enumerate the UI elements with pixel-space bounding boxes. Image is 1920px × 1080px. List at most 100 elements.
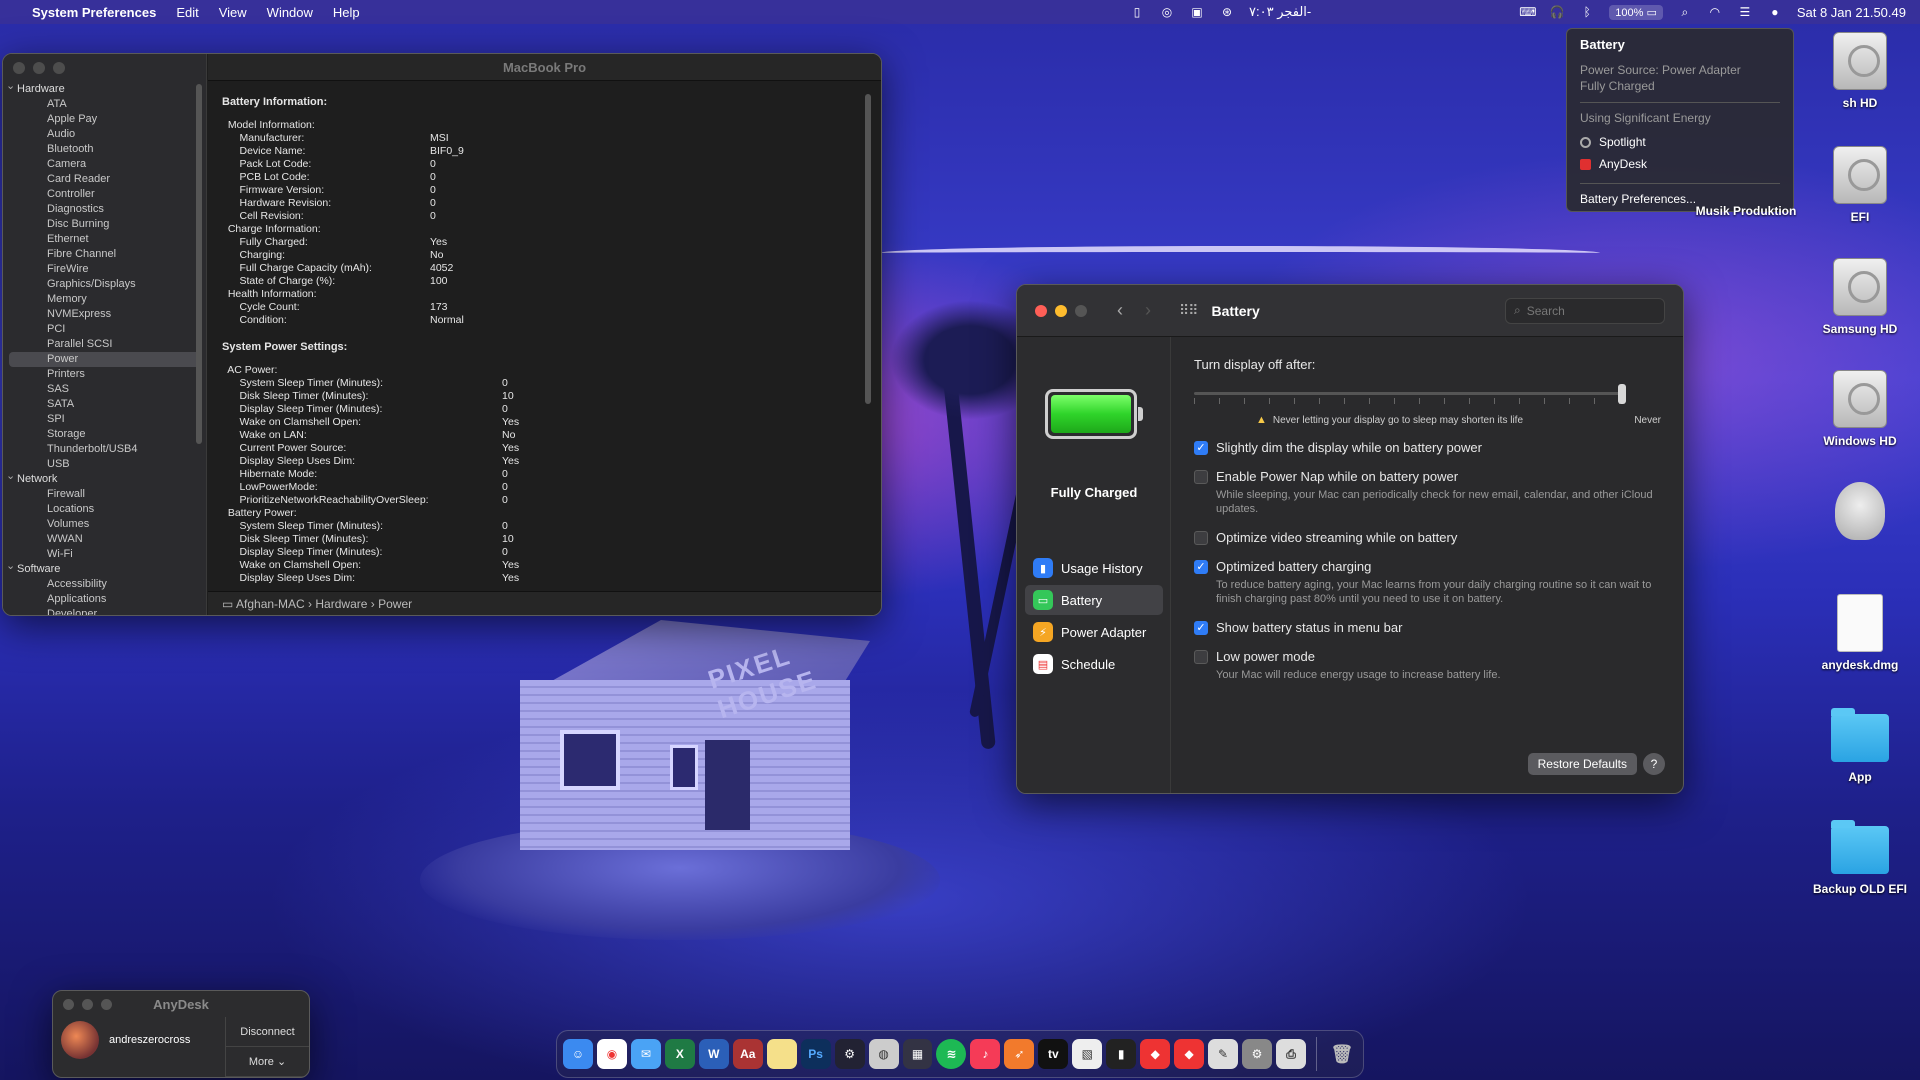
- sidebar-scrollbar[interactable]: [196, 84, 202, 444]
- tree-group[interactable]: Hardware: [3, 79, 206, 97]
- photoshop-icon[interactable]: Ps: [800, 1039, 831, 1069]
- swift-icon[interactable]: ➶: [1004, 1039, 1035, 1069]
- tree-item[interactable]: Memory: [3, 292, 206, 307]
- tree-item[interactable]: WWAN: [3, 532, 206, 547]
- option-checkbox[interactable]: [1194, 531, 1208, 545]
- tree-item[interactable]: Printers: [3, 367, 206, 382]
- tree-item[interactable]: Card Reader: [3, 172, 206, 187]
- tree-item[interactable]: Diagnostics: [3, 202, 206, 217]
- excel-icon[interactable]: X: [664, 1039, 695, 1069]
- tree-item[interactable]: Fibre Channel: [3, 247, 206, 262]
- script-editor-icon[interactable]: ✎: [1208, 1039, 1239, 1069]
- tree-item[interactable]: Thunderbolt/USB4: [3, 442, 206, 457]
- tree-item[interactable]: Power: [9, 352, 200, 367]
- bluetooth-icon[interactable]: ᛒ: [1579, 5, 1595, 19]
- restore-defaults-button[interactable]: Restore Defaults: [1527, 753, 1637, 775]
- terminal-icon[interactable]: ▮: [1106, 1039, 1137, 1069]
- show-all-grid-icon[interactable]: ⠿⠿: [1179, 302, 1198, 319]
- search-icon[interactable]: ⌕: [1677, 5, 1693, 20]
- tree-item[interactable]: NVMExpress: [3, 307, 206, 322]
- desktop-icon-efi[interactable]: EFI: [1800, 146, 1920, 224]
- breadcrumb-hardware[interactable]: Hardware: [315, 597, 367, 611]
- prayer-time[interactable]: الفجر ٧:٠٣-: [1249, 4, 1311, 20]
- desktop-icon-skull[interactable]: [1800, 482, 1920, 546]
- tree-item[interactable]: Parallel SCSI: [3, 337, 206, 352]
- tree-item[interactable]: Wi-Fi: [3, 547, 206, 562]
- apple-tv-icon[interactable]: tv: [1038, 1039, 1069, 1069]
- dictionary-icon[interactable]: Aa: [732, 1039, 763, 1069]
- tree-item[interactable]: Firewall: [3, 487, 206, 502]
- search-field[interactable]: ⌕ Search: [1505, 297, 1665, 324]
- desktop-icon-app[interactable]: App: [1800, 708, 1920, 784]
- tree-item[interactable]: Storage: [3, 427, 206, 442]
- sidebar-item-power-adapter[interactable]: ⚡ Power Adapter: [1025, 617, 1163, 647]
- siri-icon[interactable]: ●: [1767, 5, 1783, 19]
- creative-cloud-icon[interactable]: ◎: [1159, 5, 1175, 19]
- finder-icon[interactable]: ☺: [563, 1039, 593, 1069]
- breadcrumb-computer[interactable]: Afghan-MAC: [236, 597, 305, 611]
- word-icon[interactable]: W: [698, 1039, 729, 1069]
- tree-item[interactable]: Applications: [3, 592, 206, 607]
- mouse-icon[interactable]: ▯: [1129, 5, 1145, 19]
- tree-item[interactable]: SAS: [3, 382, 206, 397]
- option-checkbox[interactable]: [1194, 650, 1208, 664]
- option-checkbox[interactable]: ✓: [1194, 560, 1208, 574]
- steam-icon[interactable]: ⚙: [834, 1039, 865, 1069]
- notes-icon[interactable]: [766, 1039, 797, 1069]
- tree-item[interactable]: Ethernet: [3, 232, 206, 247]
- tree-item[interactable]: Accessibility: [3, 577, 206, 592]
- tree-item[interactable]: ATA: [3, 97, 206, 112]
- accessibility-icon[interactable]: ⊛: [1219, 5, 1235, 19]
- battery-status-icon[interactable]: 100% ▭: [1609, 4, 1663, 20]
- back-chevron-icon[interactable]: ‹: [1117, 300, 1123, 321]
- tree-item[interactable]: Audio: [3, 127, 206, 142]
- wifi-icon[interactable]: ◠: [1707, 5, 1723, 19]
- activity-monitor-icon[interactable]: ▣: [1189, 5, 1205, 19]
- chrome-icon[interactable]: ◉: [596, 1039, 627, 1069]
- headphones-icon[interactable]: 🎧: [1549, 5, 1565, 19]
- close-button[interactable]: [13, 62, 25, 74]
- option-label[interactable]: Optimize video streaming while on batter…: [1216, 530, 1457, 545]
- music-icon[interactable]: ♪: [970, 1039, 1001, 1069]
- more-button[interactable]: More ⌄: [226, 1047, 309, 1077]
- sidebar-item-battery[interactable]: ▭ Battery: [1025, 585, 1163, 615]
- tree-item[interactable]: SATA: [3, 397, 206, 412]
- menu-window[interactable]: Window: [267, 5, 313, 20]
- sidebar-item-schedule[interactable]: ▤ Schedule: [1025, 649, 1163, 679]
- display-off-slider[interactable]: [1194, 384, 1626, 404]
- desktop-icon-anydesk-dmg[interactable]: anydesk.dmg: [1800, 594, 1920, 672]
- option-label[interactable]: Optimized battery charging: [1216, 559, 1656, 574]
- sidebar-item-usage-history[interactable]: ▮ Usage History: [1025, 553, 1163, 583]
- menu-help[interactable]: Help: [333, 5, 360, 20]
- tree-item[interactable]: Apple Pay: [3, 112, 206, 127]
- tree-item[interactable]: Graphics/Displays: [3, 277, 206, 292]
- keyboard-icon[interactable]: ⌨: [1519, 5, 1536, 19]
- tree-item[interactable]: Disc Burning: [3, 217, 206, 232]
- tree-item[interactable]: Bluetooth: [3, 142, 206, 157]
- spotify-icon[interactable]: ≋: [936, 1039, 967, 1069]
- option-label[interactable]: Show battery status in menu bar: [1216, 620, 1402, 635]
- desktop-icon-samsung-hd[interactable]: Samsung HD: [1800, 258, 1920, 336]
- desktop-icon-musik[interactable]: Musik Produktion: [1686, 204, 1806, 218]
- tree-item[interactable]: PCI: [3, 322, 206, 337]
- menu-clock[interactable]: Sat 8 Jan 21.50.49: [1797, 5, 1906, 20]
- disk-utility-icon[interactable]: ◍: [868, 1039, 899, 1069]
- tree-item[interactable]: Locations: [3, 502, 206, 517]
- option-checkbox[interactable]: ✓: [1194, 441, 1208, 455]
- tree-item[interactable]: Camera: [3, 157, 206, 172]
- option-label[interactable]: Enable Power Nap while on battery power: [1216, 469, 1656, 484]
- menu-app-name[interactable]: System Preferences: [32, 5, 156, 20]
- tree-item[interactable]: SPI: [3, 412, 206, 427]
- energy-app-anydesk[interactable]: AnyDesk: [1580, 153, 1780, 175]
- app-icon[interactable]: ▧: [1072, 1039, 1103, 1069]
- help-button[interactable]: ?: [1643, 753, 1665, 775]
- option-checkbox[interactable]: ✓: [1194, 621, 1208, 635]
- tree-group[interactable]: Software: [3, 559, 206, 577]
- system-preferences-icon[interactable]: ⚙: [1242, 1039, 1273, 1069]
- menu-edit[interactable]: Edit: [176, 5, 198, 20]
- zoom-button[interactable]: [53, 62, 65, 74]
- breadcrumb-power[interactable]: Power: [378, 597, 412, 611]
- desktop-icon-windows-hd[interactable]: Windows HD: [1800, 370, 1920, 448]
- option-label[interactable]: Slightly dim the display while on batter…: [1216, 440, 1482, 455]
- close-button[interactable]: [1035, 304, 1047, 317]
